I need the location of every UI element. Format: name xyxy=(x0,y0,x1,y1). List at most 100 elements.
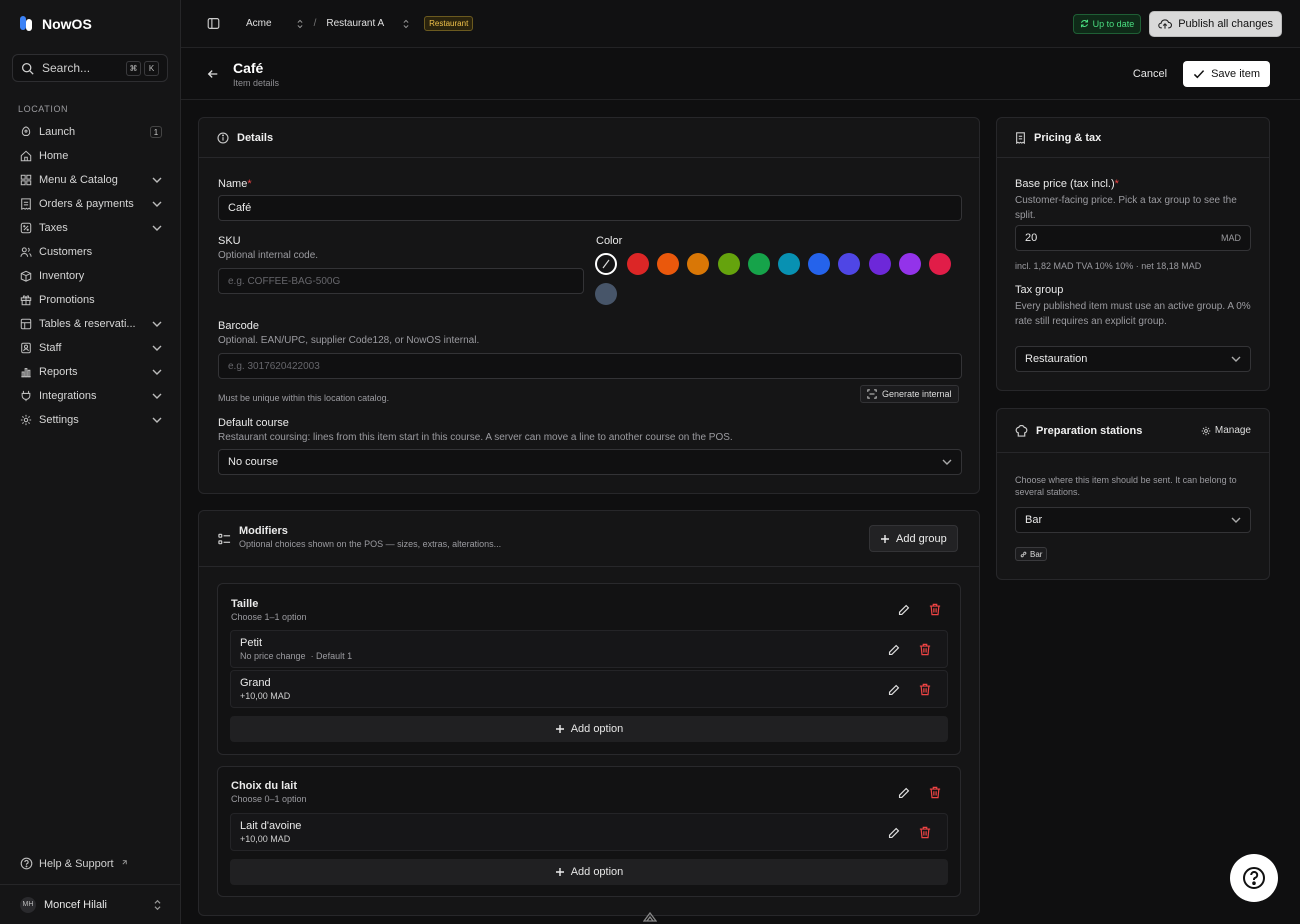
link-icon xyxy=(1020,551,1027,557)
generate-internal-button[interactable]: Generate internal xyxy=(860,385,959,403)
user-menu[interactable]: MH Moncef Hilali xyxy=(0,884,180,924)
location-type-badge: Restaurant xyxy=(424,16,474,31)
chevron-down-icon[interactable] xyxy=(152,343,162,353)
chevron-down-icon[interactable] xyxy=(152,415,162,425)
help-fab-button[interactable] xyxy=(1230,854,1278,902)
station-chip[interactable]: Bar xyxy=(1015,547,1048,561)
base-price-input[interactable]: 20 MAD xyxy=(1015,225,1251,251)
brand[interactable]: NowOS xyxy=(0,0,180,48)
name-input[interactable]: Café xyxy=(218,195,962,221)
save-item-button[interactable]: Save item xyxy=(1183,60,1270,87)
color-swatch[interactable] xyxy=(929,253,951,275)
search-icon xyxy=(21,62,34,75)
color-swatch[interactable] xyxy=(808,253,831,275)
sidebar-item-inventory[interactable]: Inventory xyxy=(0,264,180,288)
plug-icon xyxy=(21,390,31,402)
back-arrow-icon[interactable] xyxy=(207,68,219,80)
sidebar-item-count: 1 xyxy=(150,126,162,138)
chevron-down-icon[interactable] xyxy=(152,199,162,209)
color-swatch[interactable] xyxy=(657,253,680,275)
course-select[interactable]: No course xyxy=(218,449,962,475)
edit-group-pencil-icon[interactable] xyxy=(898,787,910,799)
delete-option-trash-icon[interactable] xyxy=(919,683,931,696)
modifier-option[interactable]: Lait d'avoine +10,00 MAD xyxy=(230,813,948,851)
color-swatch[interactable] xyxy=(687,253,710,275)
color-swatch[interactable] xyxy=(838,253,861,275)
publish-all-button[interactable]: Publish all changes xyxy=(1149,10,1282,37)
search-input[interactable]: Search... ⌘ K xyxy=(12,54,168,82)
color-swatch-none[interactable] xyxy=(595,253,617,275)
chevron-down-icon[interactable] xyxy=(152,391,162,401)
sidebar-item-settings[interactable]: Settings xyxy=(0,408,180,432)
course-select-value: No course xyxy=(228,456,279,468)
sku-input[interactable]: e.g. COFFEE-BAG-500G xyxy=(218,268,584,294)
option-name: Grand xyxy=(240,677,271,689)
info-icon xyxy=(217,131,229,144)
color-swatch[interactable] xyxy=(717,253,740,275)
modifiers-divider xyxy=(199,566,979,567)
manage-stations-button[interactable]: Manage xyxy=(1201,425,1251,436)
course-label: Default course xyxy=(218,417,289,429)
sidebar-item-integrations[interactable]: Integrations xyxy=(0,384,180,408)
breadcrumb-org[interactable]: Acme xyxy=(246,18,272,29)
edit-option-pencil-icon[interactable] xyxy=(888,827,900,839)
slash-icon xyxy=(602,259,610,269)
sidebar-item-taxes[interactable]: Taxes xyxy=(0,216,180,240)
delete-group-trash-icon[interactable] xyxy=(929,786,941,799)
edit-option-pencil-icon[interactable] xyxy=(888,684,900,696)
color-swatch[interactable] xyxy=(778,253,800,275)
sidebar-item-launch[interactable]: Launch 1 xyxy=(0,120,180,144)
stations-select[interactable]: Bar xyxy=(1015,507,1251,533)
barcode-input[interactable]: e.g. 3017620422003 xyxy=(218,353,962,379)
sidebar-item-orders-payments[interactable]: Orders & payments xyxy=(0,192,180,216)
chevron-down-icon[interactable] xyxy=(152,319,162,329)
option-name: Petit xyxy=(240,637,263,649)
tax-group-select[interactable]: Restauration xyxy=(1015,346,1251,372)
generate-internal-label: Generate internal xyxy=(882,389,952,399)
pricing-card: Pricing & tax Base price (tax incl.)* Cu… xyxy=(996,117,1270,391)
sidebar-item-promotions[interactable]: Promotions xyxy=(0,288,180,312)
breadcrumb-location[interactable]: Restaurant A xyxy=(326,18,384,29)
color-swatch[interactable] xyxy=(898,253,921,275)
modifier-option[interactable]: Grand +10,00 MAD xyxy=(230,670,948,708)
color-swatch[interactable] xyxy=(747,253,770,275)
add-group-button[interactable]: Add group xyxy=(869,525,958,552)
modifier-option[interactable]: Petit No price change · Default 1 xyxy=(230,630,948,668)
delete-option-trash-icon[interactable] xyxy=(919,826,931,839)
refresh-icon xyxy=(1080,19,1088,28)
sidebar-toggle-icon[interactable] xyxy=(207,17,220,30)
color-swatch[interactable] xyxy=(595,283,617,305)
chevron-down-icon xyxy=(1231,517,1241,523)
sidebar-item-reports[interactable]: Reports xyxy=(0,360,180,384)
edit-option-pencil-icon[interactable] xyxy=(888,644,900,656)
page-subtitle: Item details xyxy=(233,77,280,88)
home-icon xyxy=(20,150,32,162)
sidebar-item-label: Menu & Catalog xyxy=(39,174,118,186)
chevron-down-icon[interactable] xyxy=(152,175,162,185)
modifiers-subtitle: Optional choices shown on the POS — size… xyxy=(239,539,502,549)
add-option-button[interactable]: Add option xyxy=(230,859,948,885)
location-switch-icon[interactable] xyxy=(402,19,410,29)
color-swatch[interactable] xyxy=(627,253,649,275)
option-meta: No price change · Default 1 xyxy=(240,651,353,661)
cancel-button[interactable]: Cancel xyxy=(1133,68,1167,80)
sku-help: Optional internal code. xyxy=(218,250,319,261)
plus-icon xyxy=(555,868,564,876)
stations-help: Choose where this item should be sent. I… xyxy=(1015,475,1237,497)
chevron-down-icon[interactable] xyxy=(152,367,162,377)
sidebar-item-home[interactable]: Home xyxy=(0,144,180,168)
help-support-link[interactable]: Help & Support xyxy=(20,857,127,870)
kbd-k: K xyxy=(144,60,159,76)
sidebar-item-menu-catalog[interactable]: Menu & Catalog xyxy=(0,168,180,192)
sidebar-item-label: Reports xyxy=(39,366,78,378)
chevron-down-icon[interactable] xyxy=(152,223,162,233)
sidebar-item-tables-reservati[interactable]: Tables & reservati... xyxy=(0,312,180,336)
add-option-button[interactable]: Add option xyxy=(230,716,948,742)
color-swatch[interactable] xyxy=(868,253,891,275)
delete-group-trash-icon[interactable] xyxy=(929,603,941,616)
sidebar-item-customers[interactable]: Customers xyxy=(0,240,180,264)
delete-option-trash-icon[interactable] xyxy=(919,643,931,656)
org-switch-icon[interactable] xyxy=(296,19,304,29)
sidebar-item-staff[interactable]: Staff xyxy=(0,336,180,360)
edit-group-pencil-icon[interactable] xyxy=(898,604,910,616)
